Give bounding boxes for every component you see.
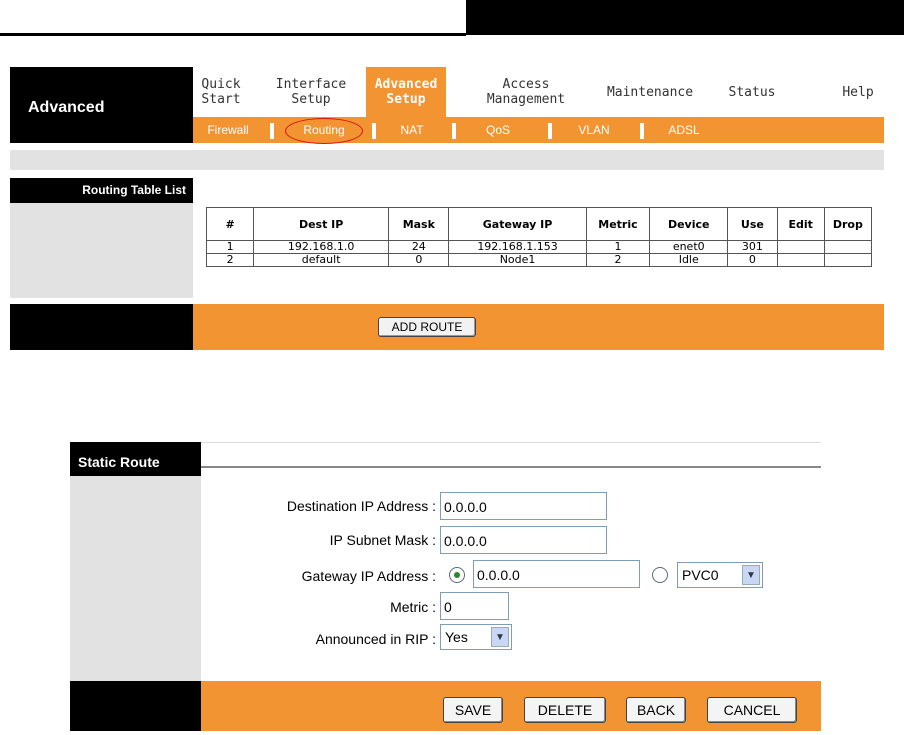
routing-table: # Dest IP Mask Gateway IP Metric Device … (205, 207, 873, 267)
metric-input[interactable]: 0 (440, 592, 509, 620)
static-route-top-rule (201, 442, 821, 443)
static-route-title: Static Route (78, 454, 160, 470)
table-row: 1 192.168.1.0 24 192.168.1.153 1 enet0 3… (205, 240, 873, 254)
table-cell: 1 (585, 240, 651, 254)
subnav-divider (270, 123, 274, 139)
nav-label: Advanced Setup (374, 77, 438, 107)
subnav-divider (372, 123, 376, 139)
subnav-divider (640, 123, 644, 139)
back-button[interactable]: BACK (626, 697, 686, 723)
pvc-select-value: PVC0 (682, 567, 719, 583)
table-cell: 0 (388, 253, 450, 267)
dest-ip-label: Destination IP Address : (286, 498, 436, 514)
radio-selected-dot (454, 572, 460, 578)
table-header-row: # Dest IP Mask Gateway IP Metric Device … (205, 207, 873, 241)
nav-help[interactable]: Help (836, 67, 880, 117)
subnav-firewall[interactable]: Firewall (196, 118, 260, 142)
nav-maintenance[interactable]: Maintenance (600, 67, 700, 117)
nav-status[interactable]: Status (722, 67, 782, 117)
table-cell: Node1 (448, 253, 587, 267)
subnet-mask-input[interactable]: 0.0.0.0 (440, 526, 607, 554)
col-header: Device (649, 207, 729, 241)
table-cell: 2 (585, 253, 651, 267)
table-cell: 301 (727, 240, 778, 254)
nav-label: Status (728, 84, 776, 100)
table-cell: Idle (649, 253, 729, 267)
routing-footer (193, 304, 884, 350)
chevron-down-icon: ▼ (491, 627, 509, 647)
col-header: Drop (823, 207, 873, 241)
nav-interface-setup[interactable]: Interface Setup (275, 67, 347, 117)
routing-table-label: Routing Table List (82, 183, 186, 197)
rip-select-value: Yes (445, 629, 468, 645)
routing-highlight-circle (285, 118, 363, 144)
table-cell: 2 (205, 253, 255, 267)
static-route-rule (201, 466, 821, 468)
rip-select[interactable]: Yes ▼ (440, 624, 512, 650)
col-header: Metric (585, 207, 651, 241)
nav-label: Quick Start (201, 77, 241, 107)
section-title: Advanced (28, 99, 105, 116)
nav-label: Maintenance (606, 84, 694, 100)
pvc-radio[interactable] (652, 567, 668, 583)
col-header: # (205, 207, 255, 241)
nav-advanced-setup[interactable]: Advanced Setup (366, 67, 446, 117)
table-cell: 0 (727, 253, 778, 267)
drop-cell[interactable] (823, 240, 873, 254)
subnav-qos[interactable]: QoS (470, 118, 526, 142)
metric-label: Metric : (390, 599, 436, 615)
nav-quick-start[interactable]: Quick Start (196, 67, 246, 117)
table-cell: 192.168.1.0 (253, 240, 390, 254)
chevron-down-icon: ▼ (742, 565, 760, 585)
nav-label: Interface Setup (275, 77, 347, 107)
subnav-adsl[interactable]: ADSL (656, 118, 712, 142)
static-route-sidebar (70, 442, 201, 681)
routing-footer-left (10, 304, 193, 350)
gateway-ip-input[interactable]: 0.0.0.0 (473, 560, 640, 588)
drop-cell[interactable] (823, 253, 873, 267)
rip-label: Announced in RIP : (315, 631, 436, 647)
static-route-footer-left (70, 681, 201, 731)
document-header-bar (466, 0, 904, 35)
dest-ip-input[interactable]: 0.0.0.0 (440, 492, 607, 520)
col-header: Dest IP (253, 207, 390, 241)
pvc-select[interactable]: PVC0 ▼ (677, 562, 763, 588)
table-cell: enet0 (649, 240, 729, 254)
table-cell: 24 (388, 240, 450, 254)
nav-label: Access Management (486, 77, 566, 107)
col-header: Mask (388, 207, 450, 241)
document-header-rule (0, 33, 466, 36)
edit-cell[interactable] (776, 253, 825, 267)
subnav-divider (548, 123, 552, 139)
col-header: Use (727, 207, 778, 241)
col-header: Edit (776, 207, 825, 241)
table-row: 2 default 0 Node1 2 Idle 0 (205, 253, 873, 267)
subnav-nat[interactable]: NAT (384, 118, 440, 142)
add-route-button[interactable]: ADD ROUTE (378, 317, 476, 337)
edit-cell[interactable] (776, 240, 825, 254)
nav-access-management[interactable]: Access Management (472, 67, 580, 117)
table-cell: 1 (205, 240, 255, 254)
subnav-divider (452, 123, 456, 139)
subnav-vlan[interactable]: VLAN (566, 118, 622, 142)
cancel-button[interactable]: CANCEL (707, 697, 797, 723)
gateway-ip-label: Gateway IP Address : (301, 568, 436, 584)
table-cell: default (253, 253, 390, 267)
subnet-mask-label: IP Subnet Mask : (329, 532, 436, 548)
nav-label: Help (842, 84, 874, 100)
delete-button[interactable]: DELETE (524, 697, 606, 723)
save-button[interactable]: SAVE (443, 697, 503, 723)
separator-strip (10, 150, 884, 170)
gateway-ip-radio[interactable] (449, 567, 465, 583)
col-header: Gateway IP (448, 207, 587, 241)
table-cell: 192.168.1.153 (448, 240, 587, 254)
